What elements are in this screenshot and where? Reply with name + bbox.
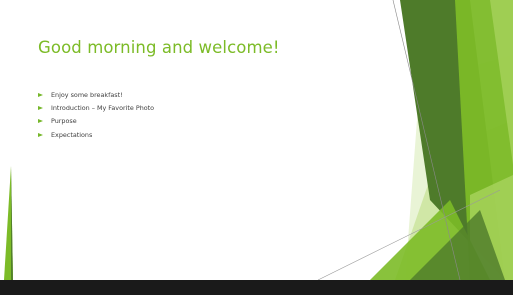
list-item: Expectations	[38, 129, 154, 140]
bullet-text: Enjoy some breakfast!	[51, 90, 123, 99]
left-dark-sliver	[11, 166, 13, 280]
bullet-text: Purpose	[51, 117, 77, 126]
bullet-list: Enjoy some breakfast! Introduction – My …	[38, 89, 154, 143]
list-item: Introduction – My Favorite Photo	[38, 102, 154, 113]
slide-canvas: Good morning and welcome! Enjoy some bre…	[0, 0, 513, 280]
green-triangle-bullet-icon	[38, 105, 43, 110]
bullet-text: Expectations	[51, 130, 93, 139]
green-triangle-bullet-icon	[38, 119, 43, 124]
list-item: Purpose	[38, 116, 154, 127]
letterbox-bar	[0, 280, 513, 295]
list-item: Enjoy some breakfast!	[38, 89, 154, 100]
green-triangle-bullet-icon	[38, 92, 43, 97]
presentation-slide: Good morning and welcome! Enjoy some bre…	[0, 0, 513, 295]
green-triangle-bullet-icon	[38, 132, 43, 137]
slide-title: Good morning and welcome!	[38, 38, 280, 57]
bullet-text: Introduction – My Favorite Photo	[51, 103, 155, 112]
